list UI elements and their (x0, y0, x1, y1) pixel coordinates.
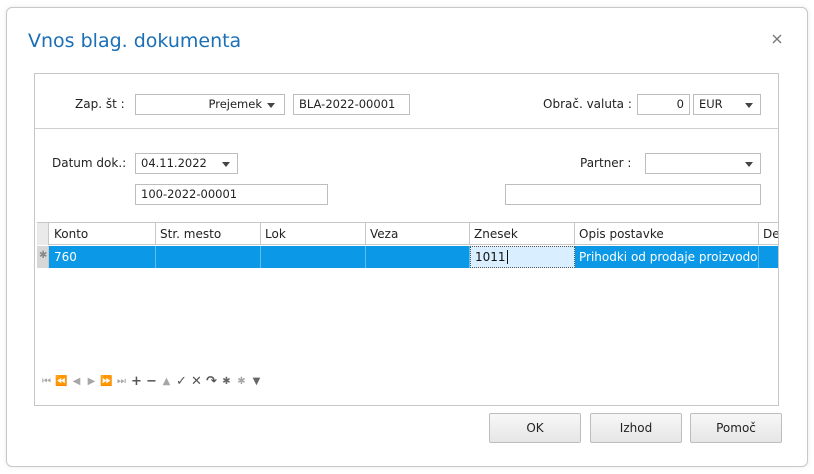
cell-opis-postavke[interactable]: Prihodki od prodaje proizvodo (575, 246, 759, 268)
ok-button[interactable]: OK (489, 413, 581, 443)
chevron-down-icon (745, 162, 753, 167)
datum-dok-label: Datum dok.: (52, 156, 127, 170)
chevron-down-icon (267, 103, 275, 108)
asterisk-new-icon[interactable]: ✱ (235, 375, 248, 388)
zap-st-select[interactable]: Prejemek (135, 94, 285, 115)
obrac-valuta-label: Obrač. valuta : (543, 97, 632, 111)
confirm-icon[interactable]: ✓ (175, 375, 188, 388)
cell-veza[interactable] (366, 246, 470, 268)
items-grid: Konto Str. mesto Lok Veza Znesek Opis po… (37, 222, 778, 394)
table-row[interactable]: ✱ 760 1011 Prihodki od prodaje proizvodo (37, 246, 778, 268)
row-indicator: ✱ (37, 246, 49, 268)
header-divider (35, 128, 778, 129)
cancel-icon[interactable]: ✕ (190, 375, 203, 388)
datum-dok-value: 04.11.2022 (141, 156, 207, 170)
partner-label: Partner : (580, 156, 632, 170)
remove-icon[interactable]: − (145, 375, 158, 388)
first-page-icon[interactable]: ⏮ (40, 375, 53, 388)
close-icon[interactable] (770, 32, 784, 46)
column-header-konto[interactable]: Konto (50, 223, 156, 245)
last-page-icon[interactable]: ⏭ (115, 375, 128, 388)
filter-icon[interactable]: ▼ (250, 375, 263, 388)
refresh-icon[interactable]: ↷ (205, 375, 218, 388)
zap-st-label: Zap. št : (75, 97, 125, 111)
next-page-icon[interactable]: ⏩ (100, 375, 113, 388)
izhod-button[interactable]: Izhod (590, 413, 682, 443)
obrac-valuta-amount-field[interactable]: 0 (637, 94, 690, 115)
column-header-znesek[interactable]: Znesek (470, 223, 575, 245)
partner-detail-field[interactable] (505, 184, 761, 205)
cell-znesek-value: 1011 (475, 250, 506, 264)
dialog-title: Vnos blag. dokumenta (28, 30, 242, 52)
column-header-veza[interactable]: Veza (366, 223, 470, 245)
grid-navigator: ⏮ ⏪ ◀ ▶ ⏩ ⏭ + − ▲ ✓ ✕ ↷ ✱ ✱ ▼ (40, 374, 263, 388)
new-row-icon: ✱ (39, 250, 48, 261)
row-indicator-header (37, 223, 49, 245)
next-record-icon[interactable]: ▶ (85, 375, 98, 388)
column-header-lok[interactable]: Lok (261, 223, 366, 245)
cell-de[interactable] (759, 246, 778, 268)
column-header-opis-postavke[interactable]: Opis postavke (575, 223, 759, 245)
doc-number-field[interactable]: 100-2022-00001 (135, 184, 328, 205)
grid-header: Konto Str. mesto Lok Veza Znesek Opis po… (37, 223, 778, 245)
prev-record-icon[interactable]: ◀ (70, 375, 83, 388)
zap-st-select-value: Prejemek (208, 97, 263, 111)
chevron-down-icon (222, 162, 230, 167)
cell-lok[interactable] (261, 246, 366, 268)
add-icon[interactable]: + (130, 375, 143, 388)
chevron-down-icon (745, 103, 753, 108)
up-icon[interactable]: ▲ (160, 375, 173, 388)
column-header-str-mesto[interactable]: Str. mesto (156, 223, 261, 245)
pomoc-button[interactable]: Pomoč (690, 413, 782, 443)
zap-st-number-field[interactable]: BLA-2022-00001 (293, 94, 410, 115)
cell-str-mesto[interactable] (156, 246, 261, 268)
currency-select-value: EUR (699, 97, 723, 111)
cell-znesek-editor[interactable]: 1011 (470, 246, 575, 268)
partner-select[interactable] (645, 153, 761, 174)
prev-page-icon[interactable]: ⏪ (55, 375, 68, 388)
column-header-de[interactable]: De (759, 223, 778, 245)
cell-konto[interactable]: 760 (50, 246, 156, 268)
asterisk-icon[interactable]: ✱ (220, 375, 233, 388)
